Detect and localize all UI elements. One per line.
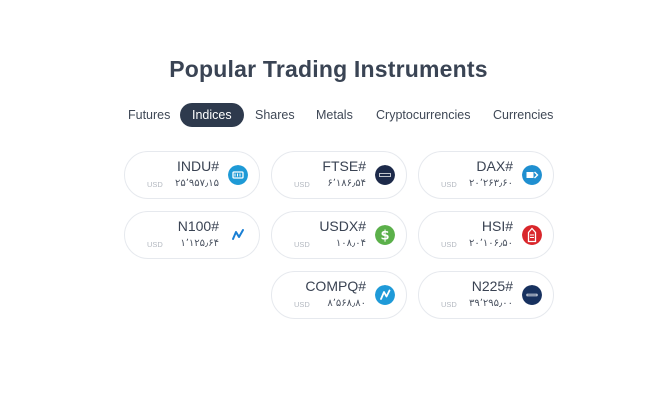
instrument-currency: USD [294,240,310,249]
instrument-currency: USD [294,180,310,189]
instrument-symbol: N100# [177,218,219,234]
dax-icon [522,165,542,185]
instrument-symbol: DAX# [476,158,513,174]
instrument-price: ۱۰۸٫۰۴ [335,238,366,249]
instrument-card-n225[interactable]: N225# USD ۳۹٬۲۹۵٫۰۰ [418,271,554,319]
instrument-symbol: N225# [471,278,513,294]
instrument-symbol: FTSE# [322,158,366,174]
instrument-card-hsi[interactable]: HSI# USD ۲۰٬۱۰۶٫۵۰ [418,211,554,259]
instrument-currency: USD [441,240,457,249]
instrument-card-compq[interactable]: COMPQ# USD ۸٬۵۶۸٫۸۰ [271,271,407,319]
nasdaq-icon [375,285,395,305]
instrument-card-usdx[interactable]: USDX# USD ۱۰۸٫۰۴ $ [271,211,407,259]
tab-futures[interactable]: Futures [128,103,170,127]
instrument-tabs: Futures Indices Shares Metals Cryptocurr… [0,103,657,127]
instrument-currency: USD [147,180,163,189]
hsi-icon [522,225,542,245]
instrument-currency: USD [294,300,310,309]
instrument-price: ۶٬۱۸۶٫۵۴ [327,178,366,189]
dji-icon [228,165,248,185]
tab-cryptocurrencies[interactable]: Cryptocurrencies [376,103,470,127]
tab-shares[interactable]: Shares [255,103,295,127]
dollar-icon: $ [375,225,395,245]
instrument-currency: USD [441,180,457,189]
instrument-price: ۸٬۵۶۸٫۸۰ [327,298,366,309]
instrument-symbol: HSI# [481,218,513,234]
instrument-card-n100[interactable]: N100# USD ۱٬۱۲۵٫۶۴ [124,211,260,259]
instrument-card-indu[interactable]: INDU# USD ۲۵٬۹۵۷٫۱۵ [124,151,260,199]
tab-currencies[interactable]: Currencies [493,103,553,127]
tab-indices[interactable]: Indices [180,103,244,127]
instrument-symbol: COMPQ# [305,278,366,294]
svg-text:$: $ [380,229,389,244]
instrument-symbol: INDU# [176,158,219,174]
ftse-icon [375,165,395,185]
instrument-price: ۲۵٬۹۵۷٫۱۵ [174,178,219,189]
nikkei-icon [522,285,542,305]
instrument-price: ۲۰٬۲۶۳٫۶۰ [468,178,513,189]
instrument-card-ftse[interactable]: FTSE# USD ۶٬۱۸۶٫۵۴ [271,151,407,199]
page-title: Popular Trading Instruments [169,56,488,82]
instrument-symbol: USDX# [319,218,366,234]
instrument-currency: USD [441,300,457,309]
instrument-price: ۳۹٬۲۹۵٫۰۰ [468,298,513,309]
instrument-price: ۲۰٬۱۰۶٫۵۰ [468,238,513,249]
instrument-currency: USD [147,240,163,249]
instrument-price: ۱٬۱۲۵٫۶۴ [180,238,219,249]
tab-metals[interactable]: Metals [316,103,353,127]
instrument-card-dax[interactable]: DAX# USD ۲۰٬۲۶۳٫۶۰ [418,151,554,199]
n100-icon [228,225,248,245]
